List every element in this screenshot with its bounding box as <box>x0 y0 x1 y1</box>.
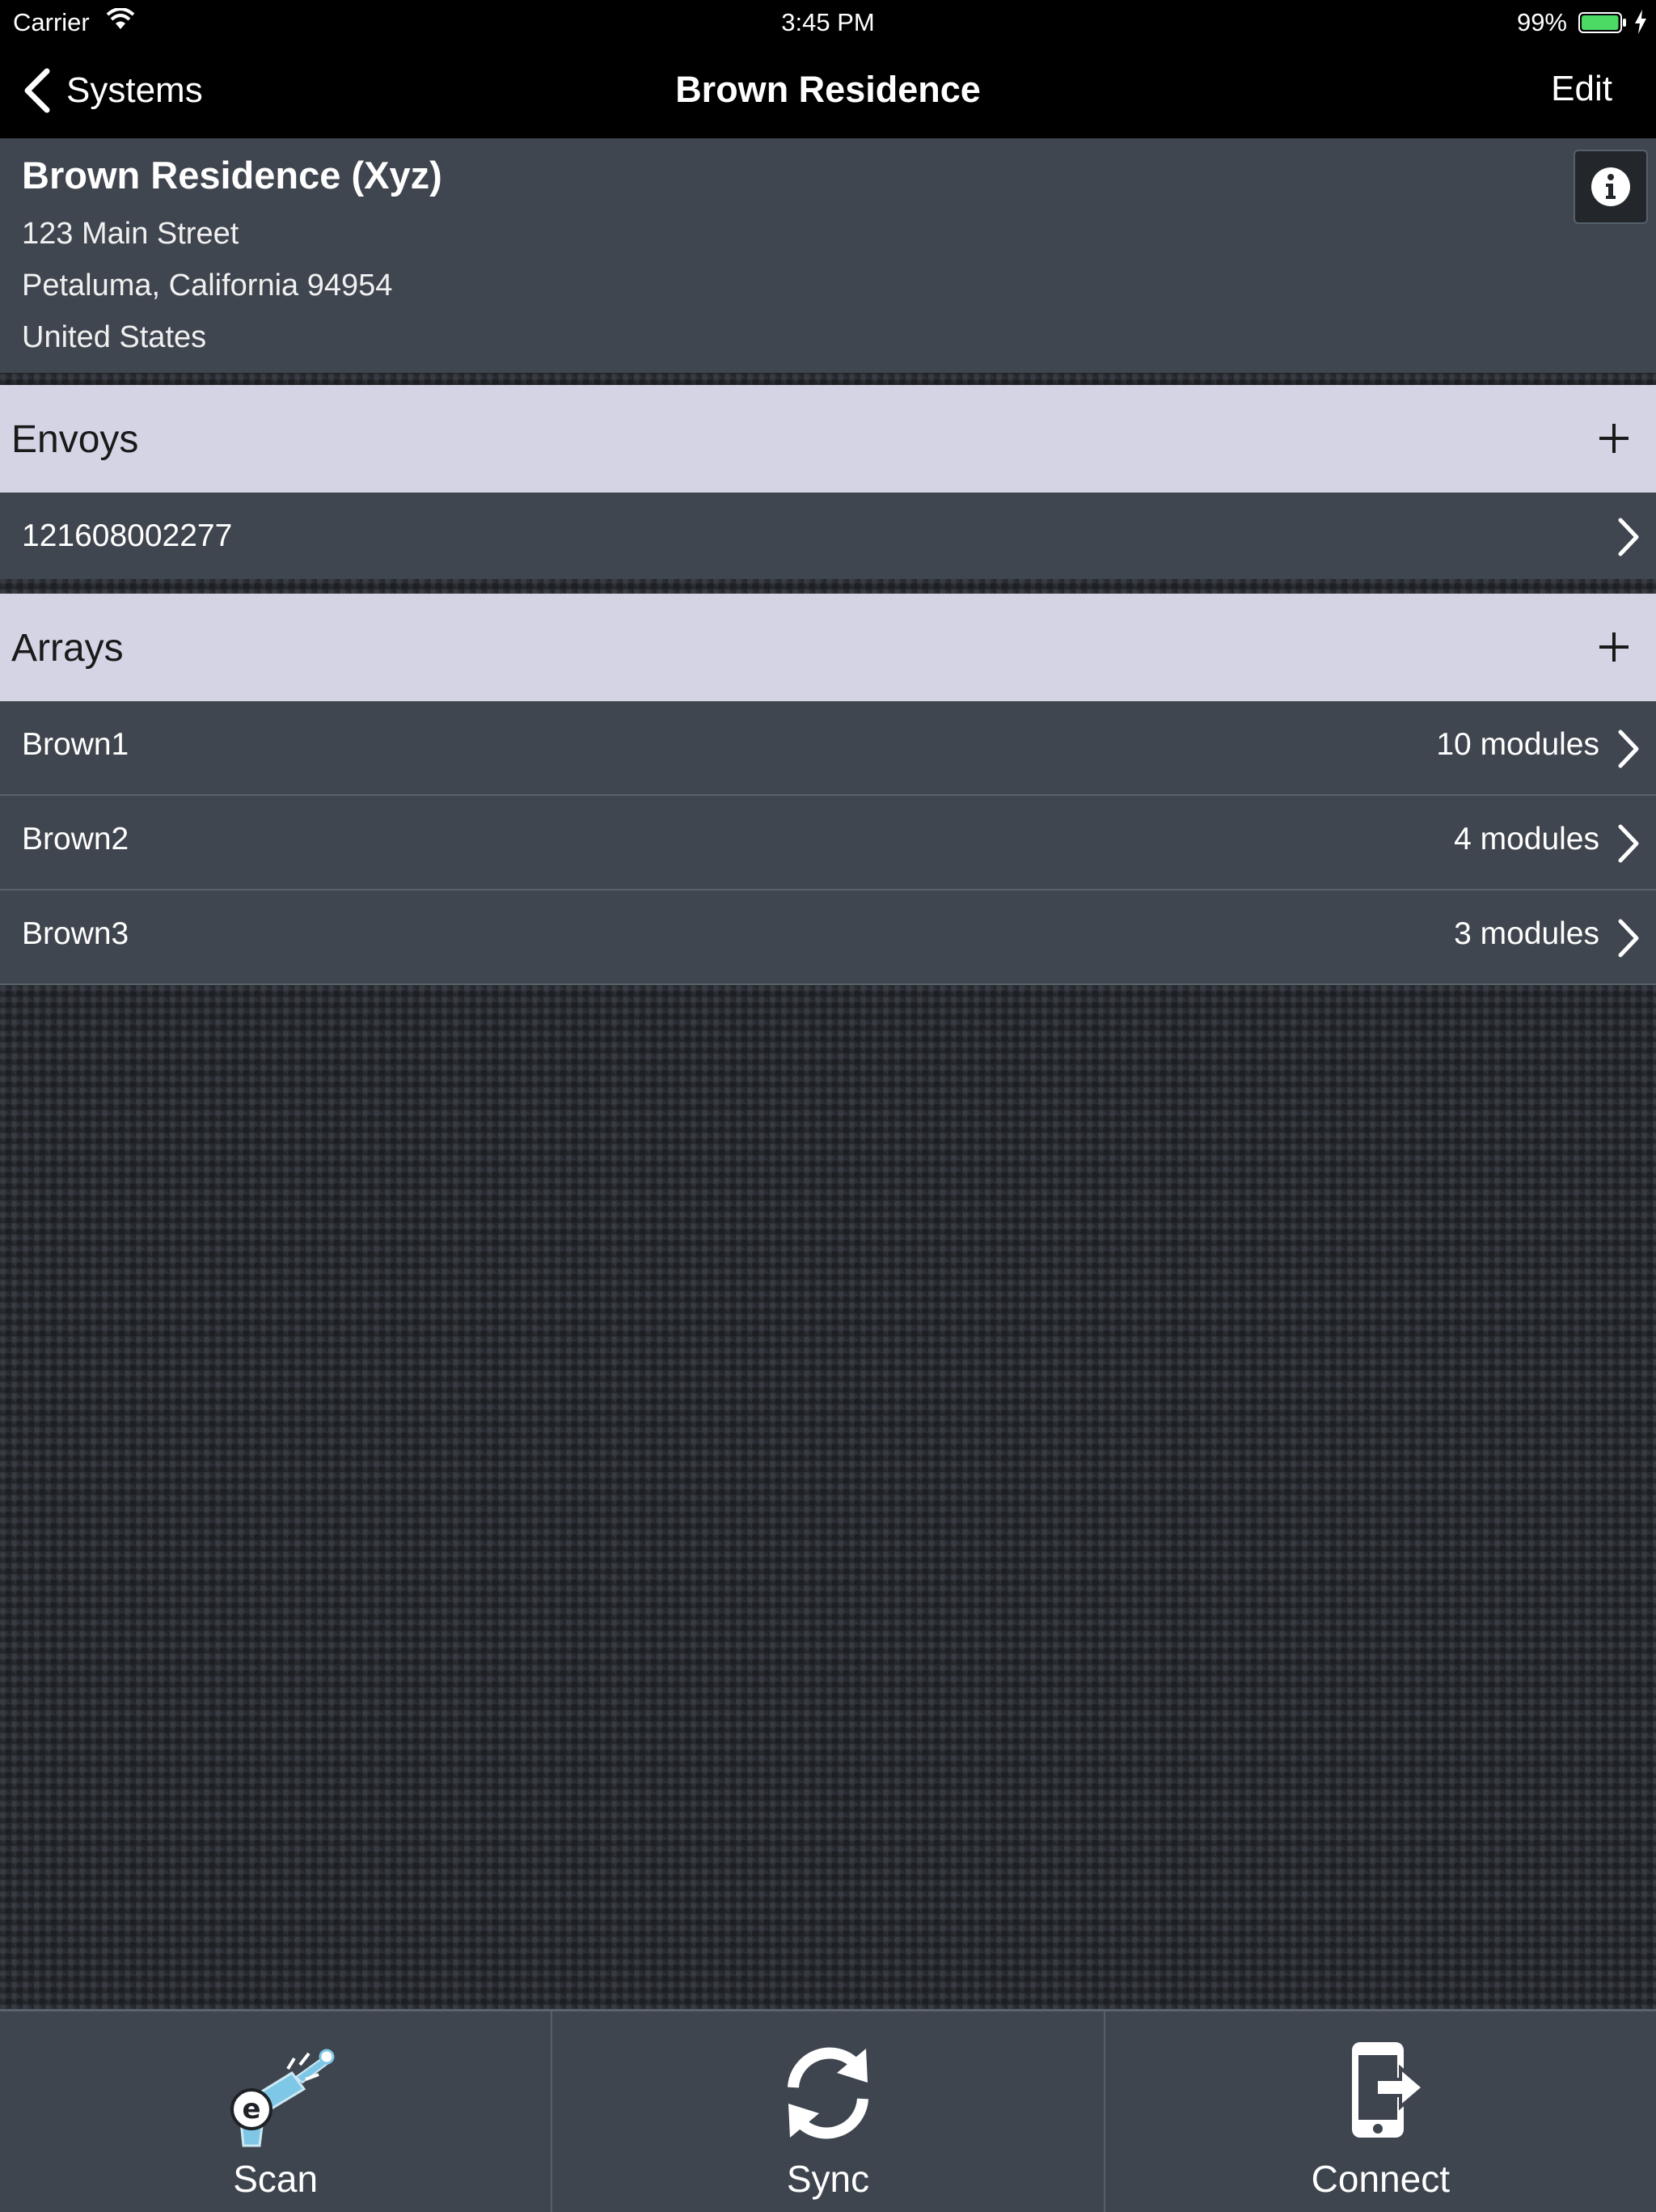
info-icon <box>1591 167 1630 206</box>
scan-tab-label: Scan <box>233 2158 319 2200</box>
bottom-toolbar: e Scan Sync Connect <box>0 2009 1656 2212</box>
clock: 3:45 PM <box>781 8 875 36</box>
array-row-brown3[interactable]: Brown3 3 modules <box>0 890 1656 985</box>
status-bar: Carrier 3:45 PM 99% <box>0 0 1656 45</box>
battery-icon <box>1578 12 1626 33</box>
add-envoy-button[interactable] <box>1590 414 1638 463</box>
array-module-count: 4 modules <box>1454 822 1599 856</box>
navigation-bar: Systems Brown Residence Edit <box>0 45 1656 138</box>
scan-gun-icon: e <box>230 2049 335 2147</box>
array-row-brown1[interactable]: Brown1 10 modules <box>0 701 1656 796</box>
envoy-serial: 121608002277 <box>22 518 233 553</box>
site-details-panel: Brown Residence (Xyz) 123 Main Street Pe… <box>0 138 1656 373</box>
sync-tab-label: Sync <box>786 2158 870 2200</box>
svg-text:e: e <box>242 2093 260 2125</box>
envoys-header-label: Envoys <box>11 418 139 461</box>
sync-icon <box>787 2047 868 2139</box>
array-name: Brown2 <box>22 822 129 856</box>
array-name: Brown3 <box>22 916 129 951</box>
connect-phone-icon <box>1352 2042 1426 2138</box>
array-name: Brown1 <box>22 727 129 762</box>
info-button[interactable] <box>1574 150 1648 224</box>
scan-tab[interactable]: e Scan <box>0 2011 553 2212</box>
address-line-1: 123 Main Street <box>22 217 239 251</box>
address-line-3: United States <box>22 320 207 354</box>
page-title: Brown Residence <box>675 69 981 110</box>
array-row-brown2[interactable]: Brown2 4 modules <box>0 796 1656 890</box>
arrays-section-header: Arrays <box>0 594 1656 701</box>
chevron-right-icon <box>1618 919 1639 958</box>
envoys-section-header: Envoys <box>0 385 1656 493</box>
connect-tab-label: Connect <box>1311 2158 1450 2200</box>
edit-button[interactable]: Edit <box>1551 69 1612 109</box>
sync-tab[interactable]: Sync <box>552 2011 1105 2212</box>
add-array-button[interactable] <box>1590 623 1638 671</box>
address-line-2: Petaluma, California 94954 <box>22 269 393 302</box>
site-name: Brown Residence (Xyz) <box>22 154 442 197</box>
connect-tab[interactable]: Connect <box>1105 2011 1656 2212</box>
arrays-header-label: Arrays <box>11 627 124 670</box>
array-module-count: 10 modules <box>1436 727 1599 762</box>
charging-bolt-icon <box>1635 10 1646 34</box>
array-module-count: 3 modules <box>1454 916 1599 951</box>
chevron-right-icon <box>1618 730 1639 768</box>
envoy-row[interactable]: 121608002277 <box>0 493 1656 579</box>
chevron-right-icon <box>1618 824 1639 863</box>
battery-percentage: 99% <box>1516 8 1567 36</box>
chevron-right-icon <box>1618 518 1639 556</box>
